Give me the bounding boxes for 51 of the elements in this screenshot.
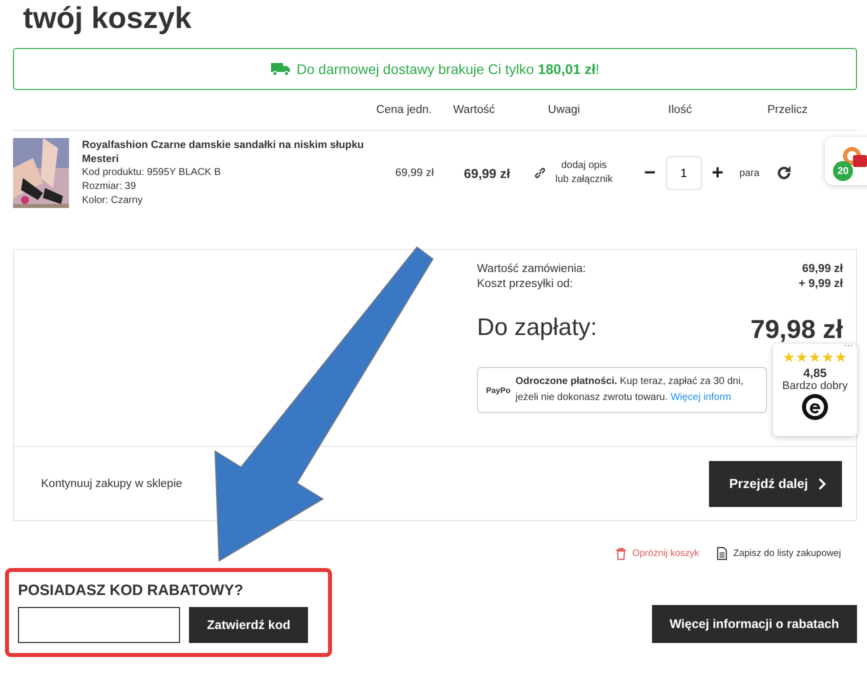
discount-code-field[interactable] <box>18 607 180 643</box>
add-note-link[interactable]: dodaj opis lub załącznik <box>554 159 614 187</box>
star-icon: ★ <box>822 350 834 364</box>
summary-value: + 9,99 zł <box>798 277 843 292</box>
star-icon: ★ <box>834 350 848 364</box>
column-header: Wartość <box>452 104 496 116</box>
total-value: 79,98 zł <box>750 314 843 345</box>
checkout-button[interactable]: Przejdź dalej <box>709 460 842 506</box>
more-info-link[interactable]: Więcej inform <box>670 392 732 403</box>
line-total: 69,99 zł <box>462 166 512 180</box>
column-header: Ilość <box>667 104 693 116</box>
product-detail: Kolor: Czarny <box>82 194 144 208</box>
promo-count: 20 <box>833 161 853 181</box>
column-header: Uwagi <box>547 104 581 116</box>
star-icon: ★ <box>782 350 796 364</box>
product-detail: Kod produktu: 9595Y BLACK B <box>82 166 222 180</box>
product-name[interactable]: Royalfashion Czarne damskie sandałki na niskim słupku Mesteri <box>82 138 372 166</box>
document-icon <box>717 547 728 560</box>
chevron-icon <box>818 478 826 490</box>
summary-label: Wartość zamówienia: <box>477 262 586 277</box>
summary-label: Koszt przesyłki od: <box>477 277 573 292</box>
link-icon <box>534 167 546 179</box>
star-icon: ★ <box>808 350 822 364</box>
refresh-icon[interactable] <box>775 164 794 182</box>
decrease-button[interactable]: − <box>638 162 662 184</box>
rating-widget[interactable]: ··· ★★★★★ 4,85 Bardzo dobry <box>773 344 857 436</box>
star-icon: ★ <box>796 350 808 364</box>
rating-label: Bardzo dobry <box>782 380 848 392</box>
rating-score: 4,85 <box>803 366 827 380</box>
trust-logo-icon <box>802 394 828 420</box>
save-list-link[interactable]: Zapisz do listy zakupowej <box>717 547 841 560</box>
page-title: twój koszyk <box>22 1 192 37</box>
summary-value: 69,99 zł <box>802 262 843 277</box>
shipping-message: Do darmowej dostawy brakuje Ci tylko 180,01 zł! <box>296 61 600 77</box>
column-header: Cena jedn. <box>375 104 433 116</box>
discount-info-button[interactable]: Więcej informacji o rabatach <box>652 605 857 643</box>
total-label: Do zapłaty: <box>477 314 598 343</box>
column-header: Przelicz <box>766 104 809 116</box>
truck-icon <box>270 62 291 76</box>
paypo-text: Odroczone płatności. Kup teraz, zapłać za 30 dni, jeżeli nie dokonasz zwrotu towaru. Więcej inform <box>515 375 744 405</box>
discount-heading: POSIADASZ KOD RABATOWY? <box>18 582 244 599</box>
increase-button[interactable]: + <box>706 162 730 184</box>
empty-cart-link[interactable]: Opróżnij koszyk <box>616 547 700 560</box>
paypo-logo: PayPo <box>486 386 510 394</box>
unit-price: 69,99 zł <box>394 167 435 179</box>
product-detail: Rozmiar: 39 <box>82 180 137 194</box>
apply-code-button[interactable]: Zatwierdź kod <box>189 607 308 643</box>
quantity-unit: para <box>739 168 760 178</box>
trash-icon <box>616 548 626 560</box>
continue-shopping-link[interactable]: Kontynuuj zakupy w sklepie <box>41 478 182 490</box>
quantity-field[interactable]: 1 <box>666 156 702 190</box>
